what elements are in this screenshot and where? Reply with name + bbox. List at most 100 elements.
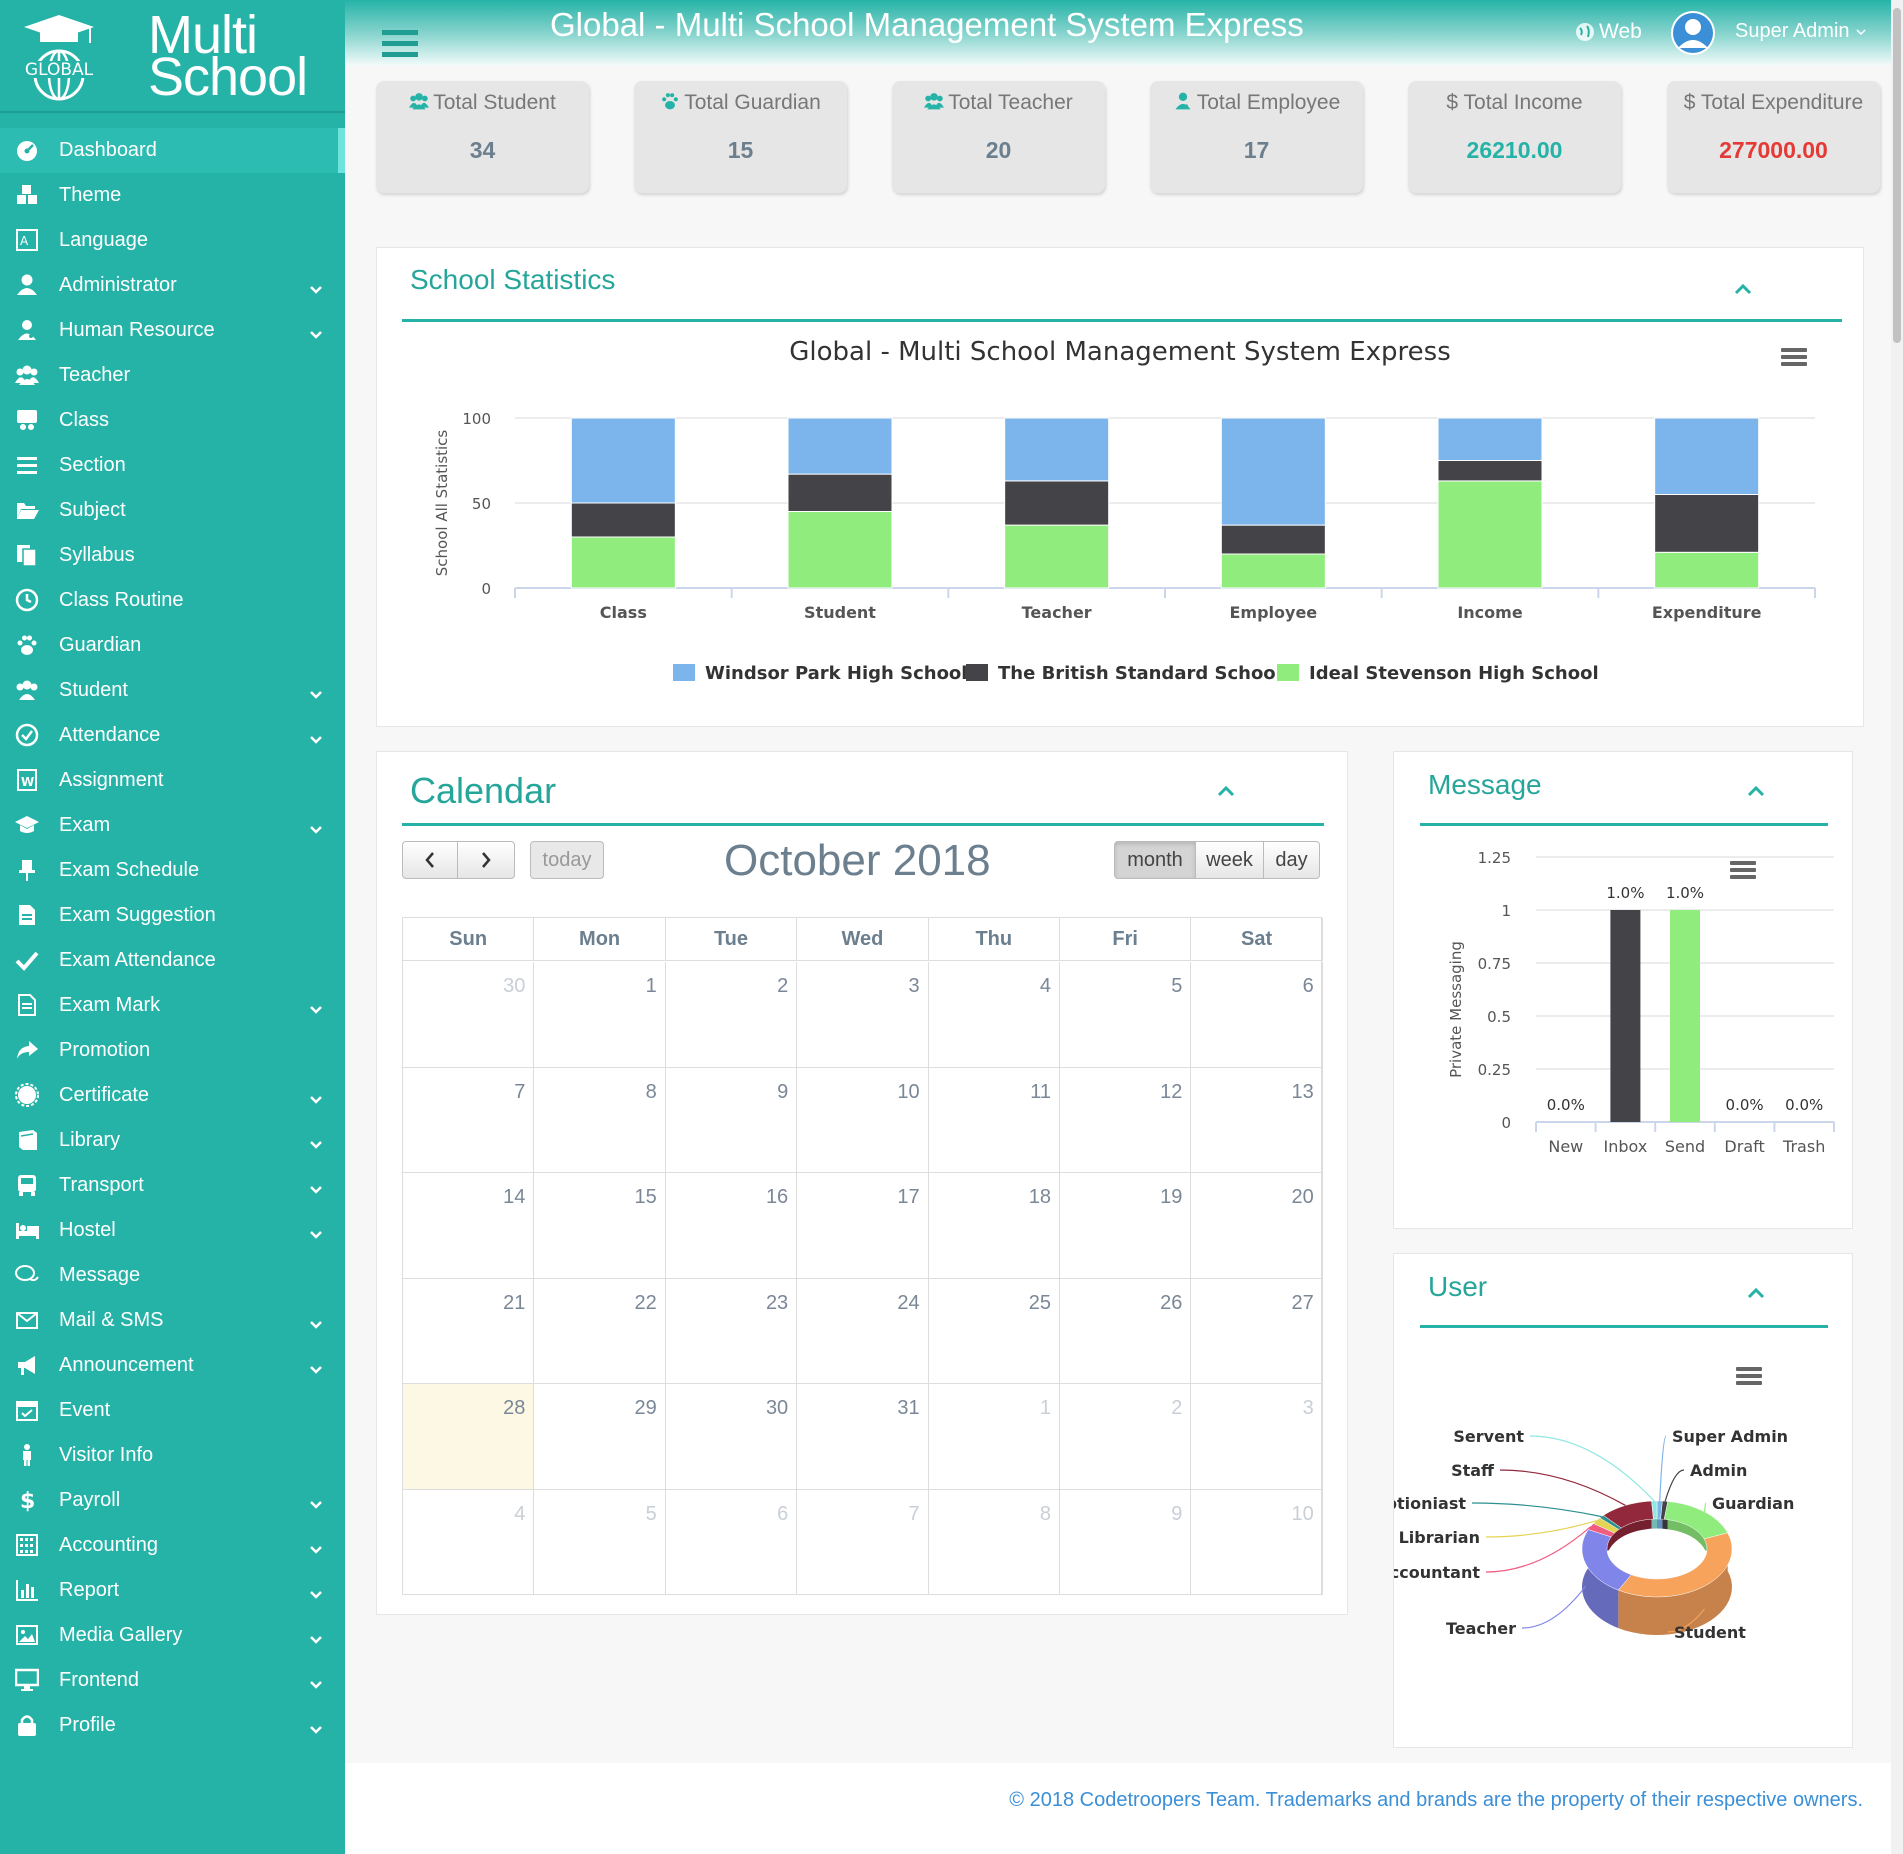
sidebar-item-event[interactable]: Event xyxy=(0,1388,345,1433)
sidebar-item-report[interactable]: Report xyxy=(0,1568,345,1613)
calendar-day-cell[interactable]: 1 xyxy=(928,1384,1060,1490)
calendar-day-cell[interactable]: 7 xyxy=(403,1067,535,1173)
calendar-day-cell[interactable]: 23 xyxy=(665,1278,798,1384)
calendar-day-cell[interactable]: 13 xyxy=(1191,1067,1323,1173)
chart-menu-icon[interactable] xyxy=(1730,861,1756,879)
legend-item[interactable]: Windsor Park High School xyxy=(673,663,967,684)
stat-card[interactable]: $ Total Expenditure 277000.00 xyxy=(1667,81,1880,193)
calendar-day-cell[interactable]: 9 xyxy=(1060,1489,1192,1595)
calendar-day-cell[interactable]: 18 xyxy=(928,1173,1060,1279)
sidebar-item-exam-schedule[interactable]: Exam Schedule xyxy=(0,848,345,893)
calendar-day-cell[interactable]: 2 xyxy=(665,962,798,1068)
sidebar-item-subject[interactable]: Subject xyxy=(0,488,345,533)
sidebar-item-message[interactable]: Message xyxy=(0,1253,345,1298)
calendar-day-cell[interactable]: 22 xyxy=(534,1278,666,1384)
calendar-day-cell[interactable]: 6 xyxy=(665,1489,798,1595)
sidebar-item-library[interactable]: Library xyxy=(0,1118,345,1163)
sidebar-item-certificate[interactable]: Certificate xyxy=(0,1073,345,1118)
bar-segment[interactable] xyxy=(1437,460,1543,482)
calendar-day-cell[interactable]: 1 xyxy=(534,962,666,1068)
calendar-day-cell[interactable]: 20 xyxy=(1191,1173,1323,1279)
calendar-day-cell[interactable]: 8 xyxy=(928,1489,1060,1595)
sidebar-item-administrator[interactable]: Administrator xyxy=(0,263,345,308)
calendar-prev-button[interactable] xyxy=(402,841,458,879)
collapse-chevron-icon[interactable] xyxy=(1746,784,1766,798)
bar-segment[interactable] xyxy=(1437,480,1543,589)
sidebar-item-mail-sms[interactable]: Mail & SMS xyxy=(0,1298,345,1343)
calendar-day-cell[interactable]: 11 xyxy=(928,1067,1060,1173)
avatar[interactable] xyxy=(1670,10,1716,56)
calendar-day-cell[interactable]: 6 xyxy=(1191,962,1323,1068)
sidebar-item-theme[interactable]: Theme xyxy=(0,173,345,218)
bar-segment[interactable] xyxy=(1004,480,1110,526)
calendar-day-cell[interactable]: 30 xyxy=(665,1384,798,1490)
collapse-chevron-icon[interactable] xyxy=(1746,1286,1766,1300)
calendar-day-cell[interactable]: 3 xyxy=(1191,1384,1323,1490)
calendar-day-cell[interactable]: 7 xyxy=(797,1489,929,1595)
bar-segment[interactable] xyxy=(1654,551,1760,589)
sidebar-item-exam-attendance[interactable]: Exam Attendance xyxy=(0,938,345,983)
calendar-day-cell[interactable]: 31 xyxy=(797,1384,929,1490)
calendar-day-cell[interactable]: 15 xyxy=(534,1173,666,1279)
collapse-chevron-icon[interactable] xyxy=(1216,784,1236,798)
stat-card[interactable]: Total Teacher 20 xyxy=(892,81,1105,193)
calendar-day-cell[interactable]: 27 xyxy=(1191,1278,1323,1384)
bar[interactable] xyxy=(1610,910,1641,1122)
user-menu[interactable]: Super Admin xyxy=(1735,20,1866,43)
sidebar-item-payroll[interactable]: $ Payroll xyxy=(0,1478,345,1523)
bar-segment[interactable] xyxy=(570,502,676,538)
scrollbar-thumb[interactable] xyxy=(1893,8,1901,343)
collapse-chevron-icon[interactable] xyxy=(1733,282,1753,296)
calendar-day-cell[interactable]: 4 xyxy=(928,962,1060,1068)
sidebar-item-section[interactable]: Section xyxy=(0,443,345,488)
sidebar-item-assignment[interactable]: W Assignment xyxy=(0,758,345,803)
sidebar-item-attendance[interactable]: Attendance xyxy=(0,713,345,758)
calendar-day-cell[interactable]: 16 xyxy=(665,1173,798,1279)
sidebar-item-transport[interactable]: Transport xyxy=(0,1163,345,1208)
logo[interactable]: GLOBAL Multi School xyxy=(0,0,345,113)
legend-item[interactable]: The British Standard School xyxy=(966,663,1282,684)
bar-segment[interactable] xyxy=(1654,494,1760,553)
calendar-today-button[interactable]: today xyxy=(530,841,604,879)
bar-segment[interactable] xyxy=(787,473,893,513)
bar-segment[interactable] xyxy=(1220,524,1326,555)
sidebar-item-exam-suggestion[interactable]: Exam Suggestion xyxy=(0,893,345,938)
calendar-view-week-button[interactable]: week xyxy=(1195,841,1264,879)
sidebar-item-promotion[interactable]: Promotion xyxy=(0,1028,345,1073)
calendar-day-cell[interactable]: 8 xyxy=(534,1067,666,1173)
calendar-day-cell[interactable]: 25 xyxy=(928,1278,1060,1384)
legend-item[interactable]: Ideal Stevenson High School xyxy=(1277,663,1599,684)
sidebar-item-language[interactable]: A Language xyxy=(0,218,345,263)
stat-card[interactable]: Total Employee 17 xyxy=(1150,81,1363,193)
sidebar-item-class-routine[interactable]: Class Routine xyxy=(0,578,345,623)
sidebar-item-human-resource[interactable]: Human Resource xyxy=(0,308,345,353)
sidebar-item-student[interactable]: Student xyxy=(0,668,345,713)
bar-segment[interactable] xyxy=(787,417,893,475)
calendar-day-cell[interactable]: 28 xyxy=(403,1384,535,1490)
menu-toggle-icon[interactable] xyxy=(382,30,418,58)
calendar-day-cell[interactable]: 24 xyxy=(797,1278,929,1384)
calendar-day-cell[interactable]: 30 xyxy=(403,962,535,1068)
calendar-day-cell[interactable]: 4 xyxy=(403,1489,535,1595)
calendar-day-cell[interactable]: 10 xyxy=(1191,1489,1323,1595)
calendar-day-cell[interactable]: 21 xyxy=(403,1278,535,1384)
sidebar-item-guardian[interactable]: Guardian xyxy=(0,623,345,668)
calendar-day-cell[interactable]: 5 xyxy=(534,1489,666,1595)
calendar-day-cell[interactable]: 19 xyxy=(1060,1173,1192,1279)
sidebar-item-accounting[interactable]: Accounting xyxy=(0,1523,345,1568)
sidebar-item-dashboard[interactable]: Dashboard xyxy=(0,128,345,173)
calendar-view-day-button[interactable]: day xyxy=(1263,841,1320,879)
bar-segment[interactable] xyxy=(1004,417,1110,482)
sidebar-item-visitor-info[interactable]: Visitor Info xyxy=(0,1433,345,1478)
sidebar-item-class[interactable]: Class xyxy=(0,398,345,443)
calendar-day-cell[interactable]: 12 xyxy=(1060,1067,1192,1173)
calendar-day-cell[interactable]: 26 xyxy=(1060,1278,1192,1384)
chart-menu-icon[interactable] xyxy=(1781,348,1807,366)
bar-segment[interactable] xyxy=(1220,553,1326,589)
bar-segment[interactable] xyxy=(787,511,893,589)
calendar-day-cell[interactable]: 3 xyxy=(797,962,929,1068)
bar-segment[interactable] xyxy=(1437,417,1543,461)
bar-segment[interactable] xyxy=(570,417,676,504)
calendar-day-cell[interactable]: 14 xyxy=(403,1173,535,1279)
sidebar-item-frontend[interactable]: Frontend xyxy=(0,1658,345,1703)
